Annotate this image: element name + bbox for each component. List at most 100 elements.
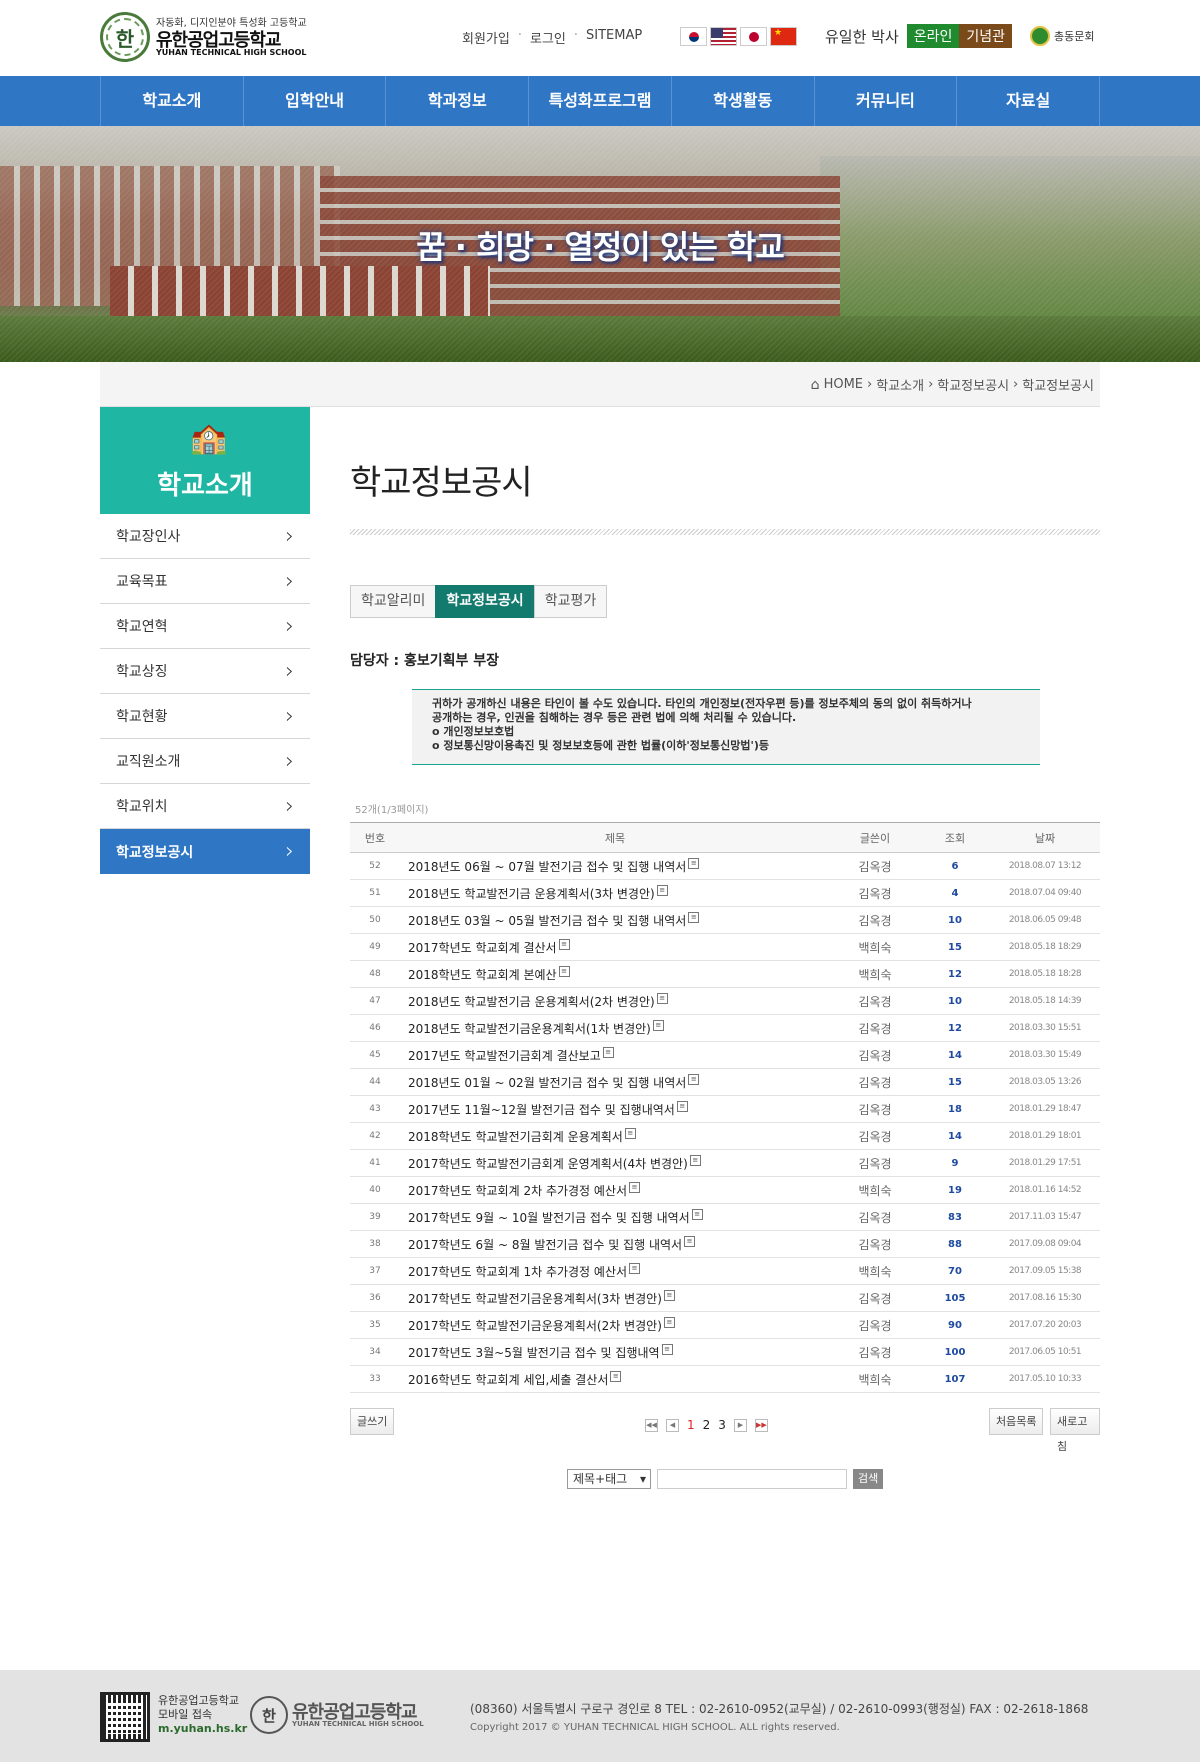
search-field-select[interactable]: 제목+태그 ▾ [567, 1469, 651, 1489]
korea-flag-icon[interactable] [680, 27, 707, 46]
sitemap-link[interactable]: SITEMAP [586, 28, 642, 47]
table-row[interactable]: 46 2018년도 학교발전기금운용계획서(1차 변경안) ≡ 김옥경 12 2018.0… [350, 1014, 1100, 1042]
post-title-link[interactable]: 2018년도 06월 ~ 07월 발전기금 접수 및 집행 내역서 [408, 860, 686, 874]
nav-item-community[interactable]: 커뮤니티 [815, 76, 958, 126]
tab-info-disclosure[interactable]: 학교정보공시 [435, 585, 535, 618]
attachment-icon[interactable]: ≡ [688, 857, 700, 869]
breadcrumb-home[interactable]: HOME [824, 377, 863, 392]
table-row[interactable]: 44 2018년도 01월 ~ 02월 발전기금 접수 및 집행 내역서 ≡ 김옥경 1… [350, 1068, 1100, 1096]
nav-item-programs[interactable]: 특성화프로그램 [529, 76, 672, 126]
post-title-link[interactable]: 2016학년도 학교회계 세입,세출 결산서 [408, 1373, 608, 1387]
table-row[interactable]: 52 2018년도 06월 ~ 07월 발전기금 접수 및 집행 내역서 ≡ 김옥경 6… [350, 852, 1100, 880]
post-title-link[interactable]: 2017학년도 9월 ~ 10월 발전기금 접수 및 집행 내역서 [408, 1211, 690, 1225]
attachment-icon[interactable]: ≡ [661, 1343, 673, 1355]
attachment-icon[interactable]: ≡ [663, 1289, 675, 1301]
attachment-icon[interactable]: ≡ [688, 1073, 700, 1085]
attachment-icon[interactable]: ≡ [688, 911, 700, 923]
attachment-icon[interactable]: ≡ [663, 1316, 675, 1328]
attachment-icon[interactable]: ≡ [629, 1262, 641, 1274]
post-title-link[interactable]: 2018년도 학교발전기금 운용계획서(2차 변경안) [408, 995, 655, 1009]
sidebar-item-info-disclosure[interactable]: 학교정보공시 › [100, 829, 310, 874]
sidebar-item-education-goals[interactable]: 교육목표 › [100, 559, 310, 604]
table-row[interactable]: 50 2018년도 03월 ~ 05월 발전기금 접수 및 집행 내역서 ≡ 김옥경 1… [350, 906, 1100, 934]
sidebar-item-history[interactable]: 학교연혁 › [100, 604, 310, 649]
table-row[interactable]: 39 2017학년도 9월 ~ 10월 발전기금 접수 및 집행 내역서 ≡ 김옥경 8… [350, 1203, 1100, 1231]
table-row[interactable]: 49 2017학년도 학교회계 결산서 ≡ 백희숙 15 2018.05.18 18:29 [350, 933, 1100, 961]
post-title-link[interactable]: 2017학년도 학교발전기금운용계획서(3차 변경안) [408, 1292, 662, 1306]
mobile-url-link[interactable]: m.yuhan.hs.kr [158, 1722, 247, 1736]
nav-item-admission[interactable]: 입학안내 [244, 76, 387, 126]
china-flag-icon[interactable] [770, 27, 797, 46]
attachment-icon[interactable]: ≡ [610, 1370, 622, 1382]
last-page-icon[interactable]: ▶▶ [754, 1418, 768, 1432]
post-title-link[interactable]: 2017학년도 3월~5월 발전기금 접수 및 집행내역 [408, 1346, 660, 1360]
write-button[interactable]: 글쓰기 [350, 1408, 395, 1435]
prev-page-icon[interactable]: ◀ [666, 1418, 679, 1432]
search-input[interactable] [657, 1469, 847, 1489]
table-row[interactable]: 40 2017학년도 학교회계 2차 추가경정 예산서 ≡ 백희숙 19 2018.01.… [350, 1176, 1100, 1204]
table-row[interactable]: 34 2017학년도 3월~5월 발전기금 접수 및 집행내역 ≡ 김옥경 100 201… [350, 1338, 1100, 1366]
attachment-icon[interactable]: ≡ [558, 938, 570, 950]
home-icon[interactable]: ⌂ [811, 377, 820, 393]
table-row[interactable]: 48 2018학년도 학교회계 본예산 ≡ 백희숙 12 2018.05.18 18:28 [350, 960, 1100, 988]
table-row[interactable]: 42 2018학년도 학교발전기금회계 운용계획서 ≡ 김옥경 14 2018.01.29… [350, 1122, 1100, 1150]
sidebar-item-principal-greeting[interactable]: 학교장인사 › [100, 514, 310, 559]
attachment-icon[interactable]: ≡ [691, 1208, 703, 1220]
post-title-link[interactable]: 2018학년도 학교발전기금회계 운용계획서 [408, 1130, 623, 1144]
search-button[interactable]: 검색 [853, 1469, 884, 1489]
nav-item-departments[interactable]: 학과정보 [386, 76, 530, 126]
refresh-button[interactable]: 새로고침 [1050, 1408, 1100, 1453]
first-page-icon[interactable]: ◀◀ [645, 1418, 658, 1432]
breadcrumb-item[interactable]: 학교정보공시 [937, 375, 1009, 394]
table-row[interactable]: 38 2017학년도 6월 ~ 8월 발전기금 접수 및 집행 내역서 ≡ 김옥경 88… [350, 1230, 1100, 1258]
sidebar-item-symbols[interactable]: 학교상징 › [100, 649, 310, 694]
post-title-link[interactable]: 2017년도 학교발전기금회계 결산보고 [408, 1049, 601, 1063]
table-row[interactable]: 45 2017년도 학교발전기금회계 결산보고 ≡ 김옥경 14 2018.03.30 1… [350, 1041, 1100, 1069]
post-title-link[interactable]: 2017년도 11월~12월 발전기금 접수 및 집행내역서 [408, 1103, 675, 1117]
sidebar-item-staff[interactable]: 교직원소개 › [100, 739, 310, 784]
post-title-link[interactable]: 2017학년도 학교발전기금운용계획서(2차 변경안) [408, 1319, 662, 1333]
school-logo[interactable]: 한 자동화, 디지인분야 특성화 고등학교 유한공업고등학교 YUHAN TEC… [100, 12, 307, 64]
attachment-icon[interactable]: ≡ [684, 1235, 696, 1247]
post-title-link[interactable]: 2018년도 01월 ~ 02월 발전기금 접수 및 집행 내역서 [408, 1076, 686, 1090]
post-title-link[interactable]: 2017학년도 학교회계 2차 추가경정 예산서 [408, 1184, 627, 1198]
online-memorial-link[interactable]: 유일한 박사 온라인 기념관 [825, 24, 1013, 48]
table-row[interactable]: 51 2018년도 학교발전기금 운용계획서(3차 변경안) ≡ 김옥경 4 2018.0… [350, 879, 1100, 907]
japan-flag-icon[interactable] [740, 27, 767, 46]
attachment-icon[interactable]: ≡ [652, 1019, 664, 1031]
attachment-icon[interactable]: ≡ [656, 884, 668, 896]
post-title-link[interactable]: 2017학년도 6월 ~ 8월 발전기금 접수 및 집행 내역서 [408, 1238, 682, 1252]
nav-item-resources[interactable]: 자료실 [957, 76, 1101, 126]
page-link[interactable]: 2 [703, 1418, 711, 1432]
list-button[interactable]: 처음목록 [989, 1408, 1044, 1435]
breadcrumb-item[interactable]: 학교소개 [876, 375, 924, 394]
alumni-link[interactable]: 총동문회 [1030, 26, 1094, 46]
post-title-link[interactable]: 2018학년도 학교회계 본예산 [408, 968, 557, 982]
attachment-icon[interactable]: ≡ [629, 1181, 641, 1193]
table-row[interactable]: 36 2017학년도 학교발전기금운용계획서(3차 변경안) ≡ 김옥경 105 2017… [350, 1284, 1100, 1312]
nav-item-school-intro[interactable]: 학교소개 [101, 76, 244, 126]
nav-item-student-activities[interactable]: 학생활동 [672, 76, 815, 126]
table-row[interactable]: 33 2016학년도 학교회계 세입,세출 결산서 ≡ 백희숙 107 2017.05.1… [350, 1365, 1100, 1393]
attachment-icon[interactable]: ≡ [656, 992, 668, 1004]
table-row[interactable]: 37 2017학년도 학교회계 1차 추가경정 예산서 ≡ 백희숙 70 2017.09.… [350, 1257, 1100, 1285]
post-title-link[interactable]: 2017학년도 학교회계 결산서 [408, 941, 557, 955]
page-link[interactable]: 3 [718, 1418, 726, 1432]
sidebar-item-location[interactable]: 학교위치 › [100, 784, 310, 829]
tab-school-evaluation[interactable]: 학교평가 [533, 585, 608, 618]
tab-school-alimi[interactable]: 학교알리미 [350, 585, 437, 618]
post-title-link[interactable]: 2017학년도 학교회계 1차 추가경정 예산서 [408, 1265, 627, 1279]
table-row[interactable]: 47 2018년도 학교발전기금 운용계획서(2차 변경안) ≡ 김옥경 10 2018.… [350, 987, 1100, 1015]
attachment-icon[interactable]: ≡ [676, 1100, 688, 1112]
usa-flag-icon[interactable] [710, 27, 737, 46]
post-title-link[interactable]: 2017학년도 학교발전기금회계 운영계획서(4차 변경안) [408, 1157, 688, 1171]
table-row[interactable]: 43 2017년도 11월~12월 발전기금 접수 및 집행내역서 ≡ 김옥경 18 20… [350, 1095, 1100, 1123]
next-page-icon[interactable]: ▶ [733, 1418, 747, 1432]
attachment-icon[interactable]: ≡ [689, 1154, 701, 1166]
breadcrumb-item[interactable]: 학교정보공시 [1022, 375, 1094, 394]
attachment-icon[interactable]: ≡ [602, 1046, 614, 1058]
sidebar-item-status[interactable]: 학교현황 › [100, 694, 310, 739]
attachment-icon[interactable]: ≡ [624, 1127, 636, 1139]
table-row[interactable]: 35 2017학년도 학교발전기금운용계획서(2차 변경안) ≡ 김옥경 90 2017.… [350, 1311, 1100, 1339]
signup-link[interactable]: 회원가입 [462, 28, 510, 47]
